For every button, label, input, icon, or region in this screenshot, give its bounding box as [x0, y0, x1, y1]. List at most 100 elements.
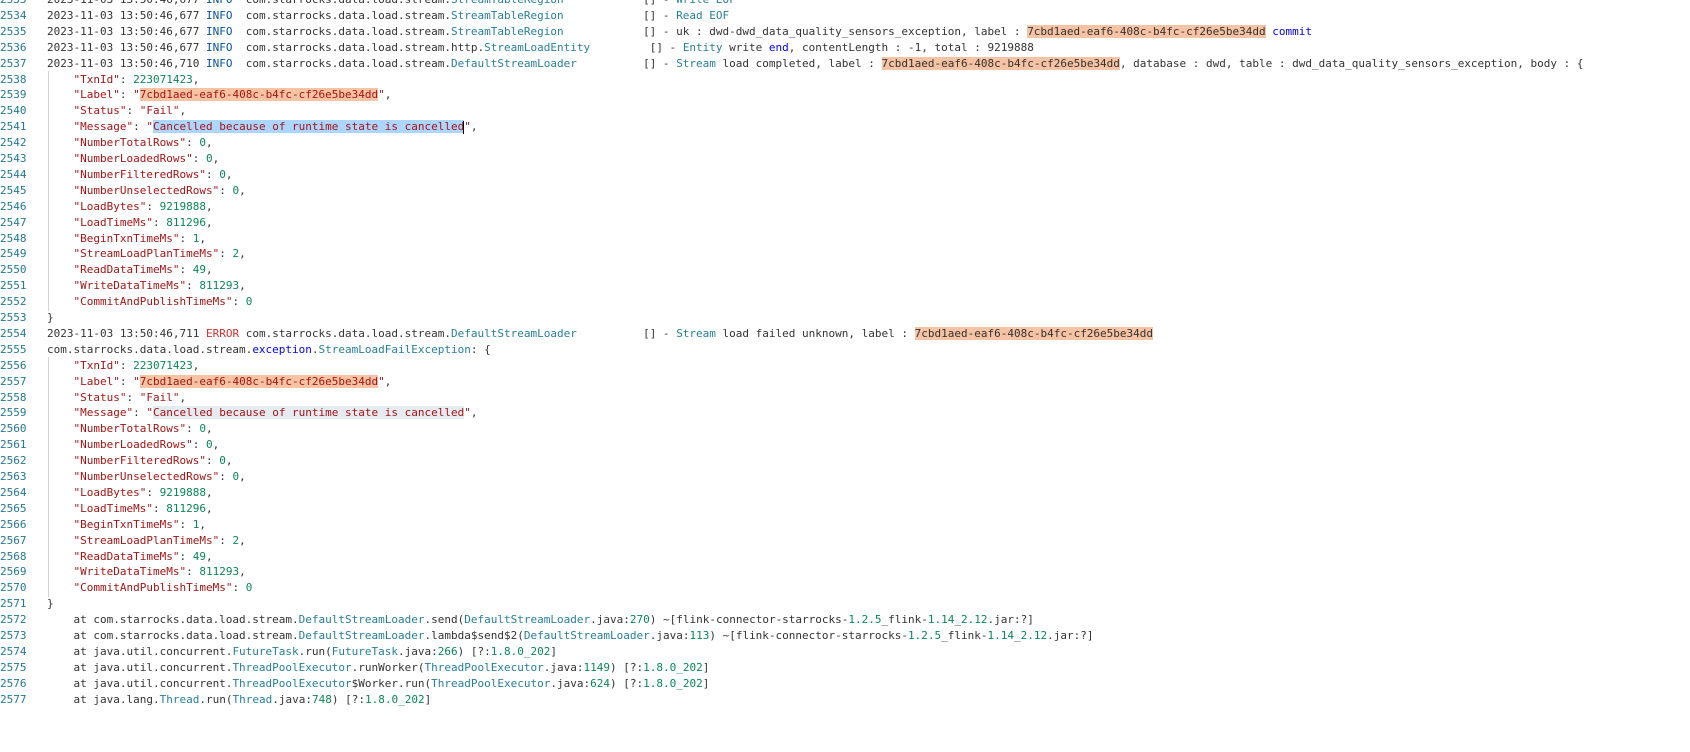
token: , [205, 501, 213, 515]
token: Stream [676, 56, 716, 70]
line-text: 2023-11-03 13:50:46,677 INFO com.starroc… [47, 8, 729, 24]
token: 1.2.5 [848, 613, 882, 627]
line-text: "NumberLoadedRows": 0, [47, 151, 220, 167]
token: DefaultStreamLoader [298, 629, 425, 642]
line-number: 2567 [0, 533, 27, 547]
token: : [219, 533, 233, 547]
line-text: "NumberLoadedRows": 0, [47, 437, 220, 453]
token: ) ~[flink-connector-starrocks- [649, 613, 849, 627]
token: com.starrocks.data.load.stream. [232, 0, 451, 6]
token: 624 [590, 676, 610, 690]
token: ) ~[flink-connector-starrocks- [709, 629, 909, 642]
line-number: 2550 [0, 263, 27, 277]
token: "Label" [73, 374, 120, 388]
token: .java: [550, 676, 591, 690]
token: , [239, 183, 246, 197]
line-number: 2558 [0, 390, 27, 404]
token: 1.14 [927, 613, 955, 627]
line-number: 2537 [0, 56, 27, 70]
token: [] - uk : dwd-dwd_data_quality_sensors_e… [563, 24, 1028, 38]
token: "NumberUnselectedRows" [73, 183, 220, 197]
token: "Fail" [139, 104, 180, 118]
line-text: } [47, 596, 54, 612]
token: , [199, 231, 206, 245]
line-text: 2023-11-03 13:50:46,677 INFO com.starroc… [47, 24, 1312, 40]
token: ThreadPoolExecutor [232, 676, 352, 690]
line-text: "Message": "Cancelled because of runtime… [47, 405, 478, 421]
token: , [239, 533, 246, 547]
token: , [225, 167, 233, 181]
token: , [205, 215, 213, 229]
line-number: 2534 [0, 8, 27, 22]
token: 811296 [166, 501, 206, 515]
token: 748 [311, 692, 332, 706]
line-number: 2553 [0, 311, 27, 324]
line-number: 2562 [0, 454, 27, 468]
line-text: "WriteDataTimeMs": 811293, [47, 564, 246, 580]
token: .run( [199, 692, 233, 706]
token: 0 [205, 438, 213, 452]
token: ) [?: [457, 644, 491, 658]
token: INFO [205, 40, 233, 54]
token: . [311, 342, 319, 356]
token: "NumberTotalRows" [73, 136, 187, 150]
token: "NumberUnselectedRows" [73, 470, 220, 483]
line-number: 2544 [0, 167, 27, 181]
token: FutureTask [331, 644, 399, 658]
token: 49 [192, 549, 206, 563]
token: "LoadBytes" [73, 485, 147, 499]
token: 1.14 [987, 629, 1015, 642]
token: .java: [590, 613, 630, 627]
token: } [47, 597, 54, 611]
line-number: 2539 [0, 88, 27, 102]
token: : [186, 136, 200, 150]
line-text: 2023-11-03 13:50:46,677 INFO com.starroc… [47, 40, 1034, 56]
token: StreamTableRegion [451, 0, 564, 6]
line-number: 2555 [0, 342, 27, 356]
token: , [205, 549, 213, 563]
token: INFO [205, 56, 233, 70]
line-text: "CommitAndPublishTimeMs": 0 [47, 294, 253, 310]
token: : [219, 183, 233, 197]
line-number: 2554 [0, 326, 27, 340]
token: Thread [159, 692, 200, 706]
line-text: at java.util.concurrent.ThreadPoolExecut… [47, 676, 709, 692]
token: "ReadDataTimeMs" [73, 549, 180, 563]
token: : [126, 390, 140, 404]
token: 2023-11-03 13:50:46,710 [47, 56, 206, 70]
line-text: com.starrocks.data.load.stream.exception… [47, 342, 491, 358]
line-number: 2540 [0, 104, 27, 118]
line-text: "BeginTxnTimeMs": 1, [47, 517, 206, 533]
line-number: 2549 [0, 247, 27, 261]
token: , [205, 136, 213, 150]
token: ThreadPoolExecutor [424, 660, 544, 674]
token: , [239, 247, 246, 261]
line-number: 2572 [0, 613, 27, 627]
token: 7cbd1aed-eaf6-408c-b4fc-cf26e5be34dd [139, 374, 379, 388]
token: ] [702, 676, 710, 690]
line-number: 2569 [0, 565, 27, 579]
line-text: "Label": "7cbd1aed-eaf6-408c-b4fc-cf26e5… [47, 87, 391, 103]
token: .jar:?] [1047, 629, 1094, 642]
token: Write EOF [676, 0, 736, 6]
token: : [179, 517, 193, 531]
line-text: "ReadDataTimeMs": 49, [47, 549, 213, 565]
token: .jar:?] [987, 613, 1034, 627]
token: 1.8.0_202 [643, 676, 703, 690]
line-number: 2559 [0, 406, 27, 420]
token: StreamLoadEntity [484, 40, 591, 54]
token: 2023-11-03 13:50:46,677 [47, 40, 206, 54]
log-editor[interactable]: 2533 2023-11-03 13:50:46,677 INFO com.sta… [0, 0, 1690, 752]
token: 2.12 [1020, 629, 1048, 642]
